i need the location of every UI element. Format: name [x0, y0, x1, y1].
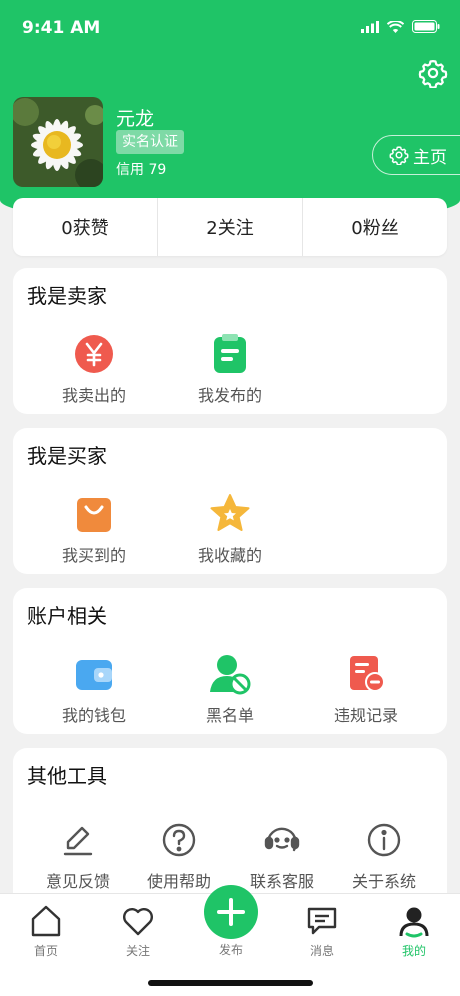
- help-button[interactable]: 使用帮助: [124, 818, 234, 892]
- customer-service-icon: [264, 827, 300, 852]
- sold-items-label: 我卖出的: [61, 386, 126, 405]
- avatar-daisy-image: [13, 97, 103, 187]
- feedback-label: 意见反馈: [45, 872, 110, 891]
- customer-service-button[interactable]: 联系客服: [227, 818, 337, 892]
- chat-bubble-icon: [307, 907, 337, 935]
- favorites-button[interactable]: 我收藏的: [175, 492, 285, 566]
- home-page-button-label: 主页: [413, 147, 447, 168]
- sold-items-button[interactable]: 我卖出的: [39, 332, 149, 406]
- tab-messages[interactable]: 消息: [282, 904, 362, 959]
- tab-home[interactable]: 首页: [6, 904, 86, 959]
- about-system-button[interactable]: 关于系统: [329, 818, 439, 892]
- shopping-bag-icon: [77, 498, 111, 532]
- wallet-icon: [76, 660, 112, 690]
- tools-card-title: 其他工具: [27, 764, 107, 788]
- avatar[interactable]: [13, 97, 103, 187]
- tab-mine[interactable]: 我的: [374, 904, 454, 959]
- stat-following[interactable]: 2关注: [157, 198, 302, 256]
- tab-home-label: 首页: [33, 944, 58, 958]
- gear-icon: [389, 146, 409, 165]
- verify-badge: 实名认证: [116, 130, 184, 154]
- wifi-icon: [387, 20, 404, 33]
- tab-follow[interactable]: 关注: [98, 904, 178, 959]
- status-time: 9:41 AM: [22, 18, 101, 38]
- home-indicator: [148, 980, 313, 986]
- edit-icon: [63, 826, 93, 856]
- about-system-label: 关于系统: [351, 872, 416, 891]
- blacklist-button[interactable]: 黑名单: [175, 652, 285, 726]
- seller-card: 我是卖家 我卖出的 我发布的: [13, 268, 447, 414]
- tab-messages-label: 消息: [309, 944, 334, 958]
- stat-followers[interactable]: 0粉丝: [302, 198, 447, 256]
- signal-icon: [361, 20, 379, 33]
- clipboard-icon: [214, 334, 246, 373]
- publish-button[interactable]: [204, 885, 258, 939]
- stats-card: 0获赞 2关注 0粉丝: [13, 198, 447, 256]
- published-items-label: 我发布的: [197, 386, 262, 405]
- seller-card-title: 我是卖家: [27, 284, 107, 308]
- violation-records-button[interactable]: 违规记录: [311, 652, 421, 726]
- star-icon: [210, 494, 250, 531]
- account-card: 账户相关 我的钱包 黑名单 违规记录: [13, 588, 447, 734]
- stat-likes[interactable]: 0获赞: [13, 198, 157, 256]
- favorites-label: 我收藏的: [197, 546, 262, 565]
- status-icons: [361, 20, 440, 33]
- account-card-title: 账户相关: [27, 604, 107, 628]
- home-icon: [31, 905, 61, 937]
- heart-icon: [123, 908, 153, 936]
- violation-records-label: 违规记录: [333, 706, 398, 725]
- help-icon: [162, 823, 196, 857]
- feedback-button[interactable]: 意见反馈: [23, 818, 133, 892]
- yen-coin-icon: [75, 335, 113, 373]
- credit-score: 信用 79: [116, 162, 167, 178]
- tools-card: 其他工具 意见反馈 使用帮助 联系客服 关于系统: [13, 748, 447, 908]
- gear-icon: [418, 60, 448, 89]
- user-icon: [399, 907, 429, 938]
- plus-icon: [217, 898, 245, 926]
- status-bar: 9:41 AM: [0, 0, 460, 56]
- wallet-button[interactable]: 我的钱包: [39, 652, 149, 726]
- violation-record-icon: [350, 656, 385, 692]
- settings-button[interactable]: [418, 58, 448, 89]
- user-name: 元龙: [116, 108, 155, 130]
- wallet-label: 我的钱包: [61, 706, 126, 725]
- buyer-card: 我是买家 我买到的 我收藏的: [13, 428, 447, 574]
- battery-icon: [412, 20, 440, 33]
- tab-follow-label: 关注: [125, 944, 150, 958]
- bought-items-label: 我买到的: [61, 546, 126, 565]
- home-page-button[interactable]: 主页: [372, 135, 460, 175]
- bought-items-button[interactable]: 我买到的: [39, 492, 149, 566]
- publish-label: 发布: [218, 943, 243, 957]
- blacklist-label: 黑名单: [205, 706, 254, 725]
- buyer-card-title: 我是买家: [27, 444, 107, 468]
- published-items-button[interactable]: 我发布的: [175, 332, 285, 406]
- blocked-user-icon: [210, 655, 251, 695]
- info-icon: [367, 823, 401, 857]
- tab-mine-label: 我的: [401, 944, 426, 958]
